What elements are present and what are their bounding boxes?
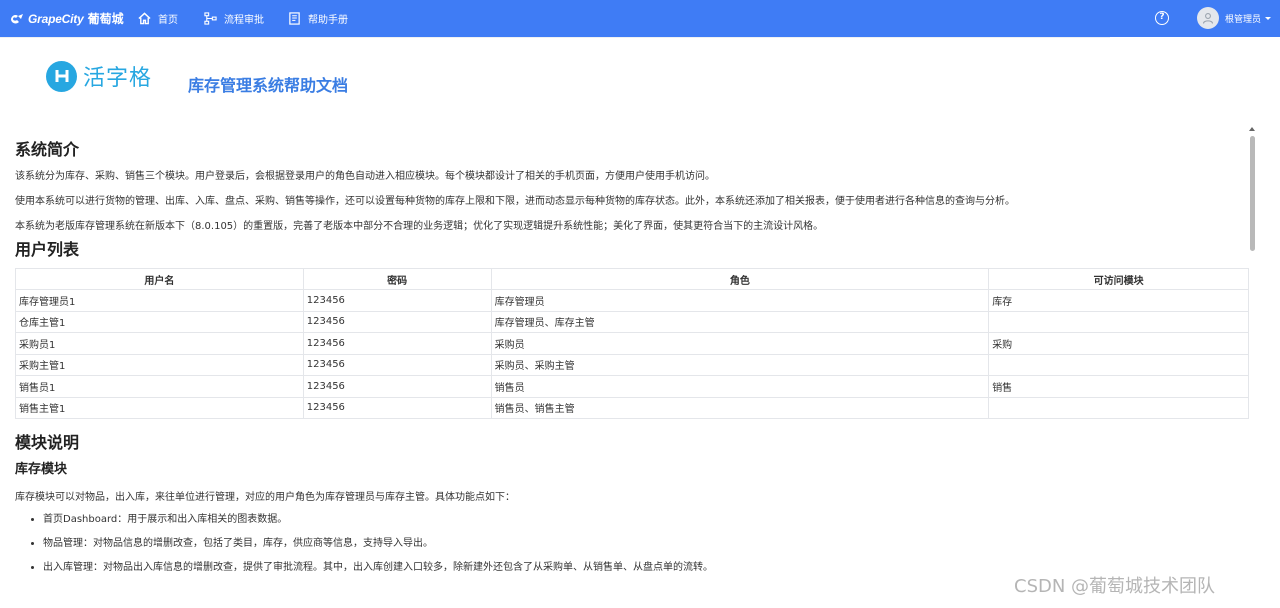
cell-password: 123456 bbox=[302, 289, 492, 312]
huozige-logo: 活字格 bbox=[46, 60, 152, 92]
list-item: 物品管理：对物品信息的增删改查，包括了类目，库存，供应商等信息，支持导入导出。 bbox=[43, 537, 1249, 551]
column-header: 可访问模块 bbox=[988, 268, 1249, 290]
nav-approval[interactable]: 流程审批 bbox=[204, 0, 264, 37]
column-header: 用户名 bbox=[15, 268, 304, 290]
table-row: 采购员1 123456 采购员 采购 bbox=[15, 332, 1249, 355]
table-row: 库存管理员1 123456 库存管理员 库存 bbox=[15, 289, 1249, 312]
top-navigation-bar: GrapeCity 葡萄城 首页 流程审批 帮助手册 ? 根管理员 bbox=[0, 0, 1280, 37]
scroll-up-arrow-icon[interactable] bbox=[1249, 127, 1255, 131]
scroll-thumb[interactable] bbox=[1250, 136, 1255, 251]
cell-role: 库存管理员、库存主管 bbox=[490, 310, 990, 333]
csdn-watermark: CSDN @葡萄城技术团队 bbox=[1014, 576, 1216, 597]
table-row: 销售员1 123456 销售员 销售 bbox=[15, 375, 1249, 398]
inventory-feature-list: 首页Dashboard：用于展示和出入库相关的图表数据。 物品管理：对物品信息的… bbox=[43, 513, 1249, 575]
logo-text: 活字格 bbox=[83, 66, 153, 91]
user-menu[interactable]: 根管理员 bbox=[1197, 7, 1272, 29]
nav-approval-label: 流程审批 bbox=[224, 15, 264, 26]
cell-module bbox=[988, 396, 1249, 419]
cell-password: 123456 bbox=[302, 332, 492, 355]
cell-module bbox=[988, 310, 1249, 333]
cell-password: 123456 bbox=[302, 375, 492, 398]
cell-role: 采购员 bbox=[490, 332, 990, 355]
brand-logo[interactable]: GrapeCity 葡萄城 bbox=[10, 0, 124, 37]
brand-name-en: GrapeCity bbox=[28, 11, 84, 26]
cell-password: 123456 bbox=[302, 396, 492, 419]
cell-password: 123456 bbox=[302, 310, 492, 333]
nav-home[interactable]: 首页 bbox=[138, 0, 178, 37]
cell-role: 采购员、采购主管 bbox=[490, 353, 990, 376]
section-heading-users: 用户列表 bbox=[15, 240, 80, 259]
user-name: 根管理员 bbox=[1225, 14, 1262, 25]
cell-module: 采购 bbox=[988, 332, 1249, 355]
chevron-down-icon bbox=[1265, 16, 1272, 20]
help-icon[interactable]: ? bbox=[1155, 11, 1169, 25]
cell-role: 销售员、销售主管 bbox=[490, 396, 990, 419]
column-header: 密码 bbox=[302, 268, 492, 290]
vertical-scrollbar[interactable] bbox=[1248, 127, 1256, 608]
cell-username: 采购主管1 bbox=[15, 353, 304, 376]
cell-role: 库存管理员 bbox=[490, 289, 990, 312]
cell-username: 库存管理员1 bbox=[15, 289, 304, 312]
flow-icon bbox=[204, 12, 217, 25]
nav-help-manual[interactable]: 帮助手册 bbox=[288, 0, 348, 37]
intro-paragraph: 使用本系统可以进行货物的管理、出库、入库、盘点、采购、销售等操作，还可以设置每种… bbox=[15, 196, 1015, 207]
table-row: 仓库主管1 123456 库存管理员、库存主管 bbox=[15, 310, 1249, 333]
table-row: 采购主管1 123456 采购员、采购主管 bbox=[15, 353, 1249, 376]
grapecity-logo-icon bbox=[11, 13, 23, 23]
user-icon bbox=[1202, 13, 1214, 24]
user-table: 用户名 密码 角色 可访问模块 库存管理员1 123456 库存管理员 库存 仓… bbox=[15, 268, 1249, 419]
cell-username: 采购员1 bbox=[15, 332, 304, 355]
nav-help-label: 帮助手册 bbox=[308, 15, 348, 26]
page-title: 库存管理系统帮助文档 bbox=[188, 76, 349, 95]
table-row: 销售主管1 123456 销售员、销售主管 bbox=[15, 396, 1249, 419]
section-heading-modules: 模块说明 bbox=[15, 433, 80, 452]
list-item: 首页Dashboard：用于展示和出入库相关的图表数据。 bbox=[43, 513, 1249, 527]
intro-paragraph: 本系统为老版库存管理系统在新版本下（8.0.105）的重置版，完善了老版本中部分… bbox=[15, 221, 824, 232]
intro-paragraph: 该系统分为库存、采购、销售三个模块。用户登录后，会根据登录用户的角色自动进入相应… bbox=[15, 171, 715, 182]
column-header: 角色 bbox=[490, 268, 990, 290]
cell-username: 销售主管1 bbox=[15, 396, 304, 419]
cell-password: 123456 bbox=[302, 353, 492, 376]
home-icon bbox=[138, 12, 151, 25]
cell-username: 销售员1 bbox=[15, 375, 304, 398]
cell-username: 仓库主管1 bbox=[15, 310, 304, 333]
subsection-heading-inventory: 库存模块 bbox=[15, 462, 68, 477]
brand-name-cn: 葡萄城 bbox=[87, 12, 124, 26]
inventory-intro: 库存模块可以对物品，出入库，来往单位进行管理，对应的用户角色为库存管理员与库存主… bbox=[15, 492, 515, 503]
nav-home-label: 首页 bbox=[158, 15, 178, 26]
huozige-logo-icon bbox=[46, 60, 77, 92]
avatar bbox=[1197, 7, 1219, 29]
cell-module: 库存 bbox=[988, 289, 1249, 312]
cell-role: 销售员 bbox=[490, 375, 990, 398]
book-icon bbox=[289, 12, 300, 25]
header-divider bbox=[0, 37, 1110, 38]
cell-module bbox=[988, 353, 1249, 376]
help-document-content[interactable]: 系统简介 该系统分为库存、采购、销售三个模块。用户登录后，会根据登录用户的角色自… bbox=[15, 130, 1249, 608]
table-header-row: 用户名 密码 角色 可访问模块 bbox=[15, 268, 1249, 290]
section-heading-intro: 系统简介 bbox=[15, 140, 80, 159]
cell-module: 销售 bbox=[988, 375, 1249, 398]
